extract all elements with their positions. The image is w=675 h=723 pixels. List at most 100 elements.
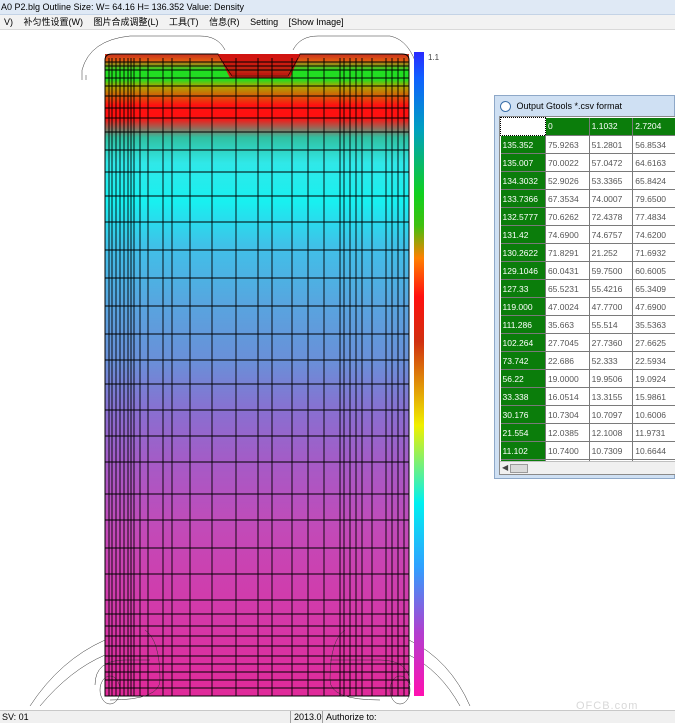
table-cell[interactable]: 12.0385: [545, 424, 589, 442]
table-row[interactable]: 11.10210.740010.730910.6644: [501, 442, 675, 460]
table-row[interactable]: 73.74222.68652.33322.5934: [501, 352, 675, 370]
table-cell[interactable]: 21.554: [501, 424, 546, 442]
table-cell[interactable]: 21.252: [589, 244, 633, 262]
table-cell[interactable]: 59.7500: [589, 262, 633, 280]
table-cell[interactable]: 74.6200: [633, 226, 675, 244]
dialog-title-bar[interactable]: Output Gtools *.csv format: [495, 96, 674, 116]
table-cell[interactable]: 55.4216: [589, 280, 633, 298]
table-cell[interactable]: 10.7309: [589, 442, 633, 460]
table-cell[interactable]: 2.7204: [633, 118, 675, 136]
table-cell[interactable]: 74.6900: [545, 226, 589, 244]
table-cell[interactable]: 130.2622: [501, 244, 546, 262]
table-row[interactable]: 129.104660.043159.750060.6005: [501, 262, 675, 280]
csv-table-container[interactable]: 01.10322.7204135.35275.926351.280156.853…: [499, 116, 675, 475]
table-row[interactable]: 56.2219.000019.950619.0924: [501, 370, 675, 388]
table-cell[interactable]: 65.3409: [633, 280, 675, 298]
table-cell[interactable]: 65.8424: [633, 172, 675, 190]
horizontal-scrollbar[interactable]: ◀: [500, 461, 675, 474]
table-cell[interactable]: 55.514: [589, 316, 633, 334]
table-cell[interactable]: 57.0472: [589, 154, 633, 172]
table-cell[interactable]: 52.9026: [545, 172, 589, 190]
scroll-thumb[interactable]: [510, 464, 528, 473]
table-cell[interactable]: 16.0514: [545, 388, 589, 406]
table-row[interactable]: 30.17610.730410.709710.6006: [501, 406, 675, 424]
table-row[interactable]: 21.55412.038512.100811.9731: [501, 424, 675, 442]
table-row[interactable]: 133.736667.353474.000779.6500: [501, 190, 675, 208]
table-row[interactable]: 119.00047.002447.770047.6900: [501, 298, 675, 316]
table-cell[interactable]: 30.176: [501, 406, 546, 424]
table-cell[interactable]: 53.3365: [589, 172, 633, 190]
table-cell[interactable]: 12.1008: [589, 424, 633, 442]
table-cell[interactable]: 47.7700: [589, 298, 633, 316]
table-cell[interactable]: 135.007: [501, 154, 546, 172]
table-cell[interactable]: 51.2801: [589, 136, 633, 154]
table-row[interactable]: 134.303252.902653.336565.8424: [501, 172, 675, 190]
table-cell[interactable]: 134.3032: [501, 172, 546, 190]
table-cell[interactable]: 127.33: [501, 280, 546, 298]
table-row[interactable]: 01.10322.7204: [501, 118, 675, 136]
output-csv-dialog[interactable]: Output Gtools *.csv format 01.10322.7204…: [494, 95, 675, 479]
table-cell[interactable]: 65.5231: [545, 280, 589, 298]
table-cell[interactable]: 70.0022: [545, 154, 589, 172]
table-cell[interactable]: 27.6625: [633, 334, 675, 352]
table-row[interactable]: 132.577770.626272.437877.4834: [501, 208, 675, 226]
table-cell[interactable]: 11.9731: [633, 424, 675, 442]
table-cell[interactable]: 75.9263: [545, 136, 589, 154]
table-row[interactable]: 33.33816.051413.315515.9861: [501, 388, 675, 406]
table-row[interactable]: 111.28635.66355.51435.5363: [501, 316, 675, 334]
table-cell[interactable]: 10.6006: [633, 406, 675, 424]
table-cell[interactable]: 19.0924: [633, 370, 675, 388]
table-cell[interactable]: 10.6644: [633, 442, 675, 460]
table-cell[interactable]: 129.1046: [501, 262, 546, 280]
table-cell[interactable]: 27.7360: [589, 334, 633, 352]
table-cell[interactable]: 73.742: [501, 352, 546, 370]
table-cell[interactable]: 47.0024: [545, 298, 589, 316]
table-row[interactable]: 135.00770.002257.047264.6163: [501, 154, 675, 172]
table-cell[interactable]: 19.9506: [589, 370, 633, 388]
table-cell[interactable]: 135.352: [501, 136, 546, 154]
table-cell[interactable]: 13.3155: [589, 388, 633, 406]
table-cell[interactable]: 133.7366: [501, 190, 546, 208]
table-cell[interactable]: 22.686: [545, 352, 589, 370]
table-cell[interactable]: 15.9861: [633, 388, 675, 406]
table-cell[interactable]: 71.8291: [545, 244, 589, 262]
table-cell[interactable]: 56.8534: [633, 136, 675, 154]
table-cell[interactable]: 10.7304: [545, 406, 589, 424]
table-cell[interactable]: 67.3534: [545, 190, 589, 208]
table-row[interactable]: 127.3365.523155.421665.3409: [501, 280, 675, 298]
table-cell[interactable]: 74.0007: [589, 190, 633, 208]
table-cell[interactable]: 1.1032: [589, 118, 633, 136]
table-cell[interactable]: 56.22: [501, 370, 546, 388]
table-cell[interactable]: 102.264: [501, 334, 546, 352]
table-cell[interactable]: 74.6757: [589, 226, 633, 244]
table-cell[interactable]: 77.4834: [633, 208, 675, 226]
table-cell[interactable]: 22.5934: [633, 352, 675, 370]
table-cell[interactable]: 0: [545, 118, 589, 136]
table-cell[interactable]: 60.6005: [633, 262, 675, 280]
table-cell[interactable]: 33.338: [501, 388, 546, 406]
table-row[interactable]: 131.4274.690074.675774.6200: [501, 226, 675, 244]
table-cell[interactable]: 71.6932: [633, 244, 675, 262]
csv-table[interactable]: 01.10322.7204135.35275.926351.280156.853…: [500, 117, 675, 475]
scroll-left-icon[interactable]: ◀: [502, 463, 508, 472]
table-cell[interactable]: 79.6500: [633, 190, 675, 208]
table-cell[interactable]: 47.6900: [633, 298, 675, 316]
table-cell[interactable]: 11.102: [501, 442, 546, 460]
table-row[interactable]: 102.26427.704527.736027.6625: [501, 334, 675, 352]
table-cell[interactable]: 70.6262: [545, 208, 589, 226]
table-row[interactable]: 130.262271.829121.25271.6932: [501, 244, 675, 262]
table-cell[interactable]: 60.0431: [545, 262, 589, 280]
table-cell[interactable]: 111.286: [501, 316, 546, 334]
table-cell[interactable]: [501, 118, 546, 136]
table-cell[interactable]: 10.7400: [545, 442, 589, 460]
table-cell[interactable]: 131.42: [501, 226, 546, 244]
table-cell[interactable]: 72.4378: [589, 208, 633, 226]
table-cell[interactable]: 52.333: [589, 352, 633, 370]
canvas-area[interactable]: 1.1: [0, 0, 490, 710]
table-cell[interactable]: 119.000: [501, 298, 546, 316]
table-cell[interactable]: 132.5777: [501, 208, 546, 226]
table-cell[interactable]: 35.5363: [633, 316, 675, 334]
table-row[interactable]: 135.35275.926351.280156.8534: [501, 136, 675, 154]
table-cell[interactable]: 10.7097: [589, 406, 633, 424]
table-cell[interactable]: 64.6163: [633, 154, 675, 172]
